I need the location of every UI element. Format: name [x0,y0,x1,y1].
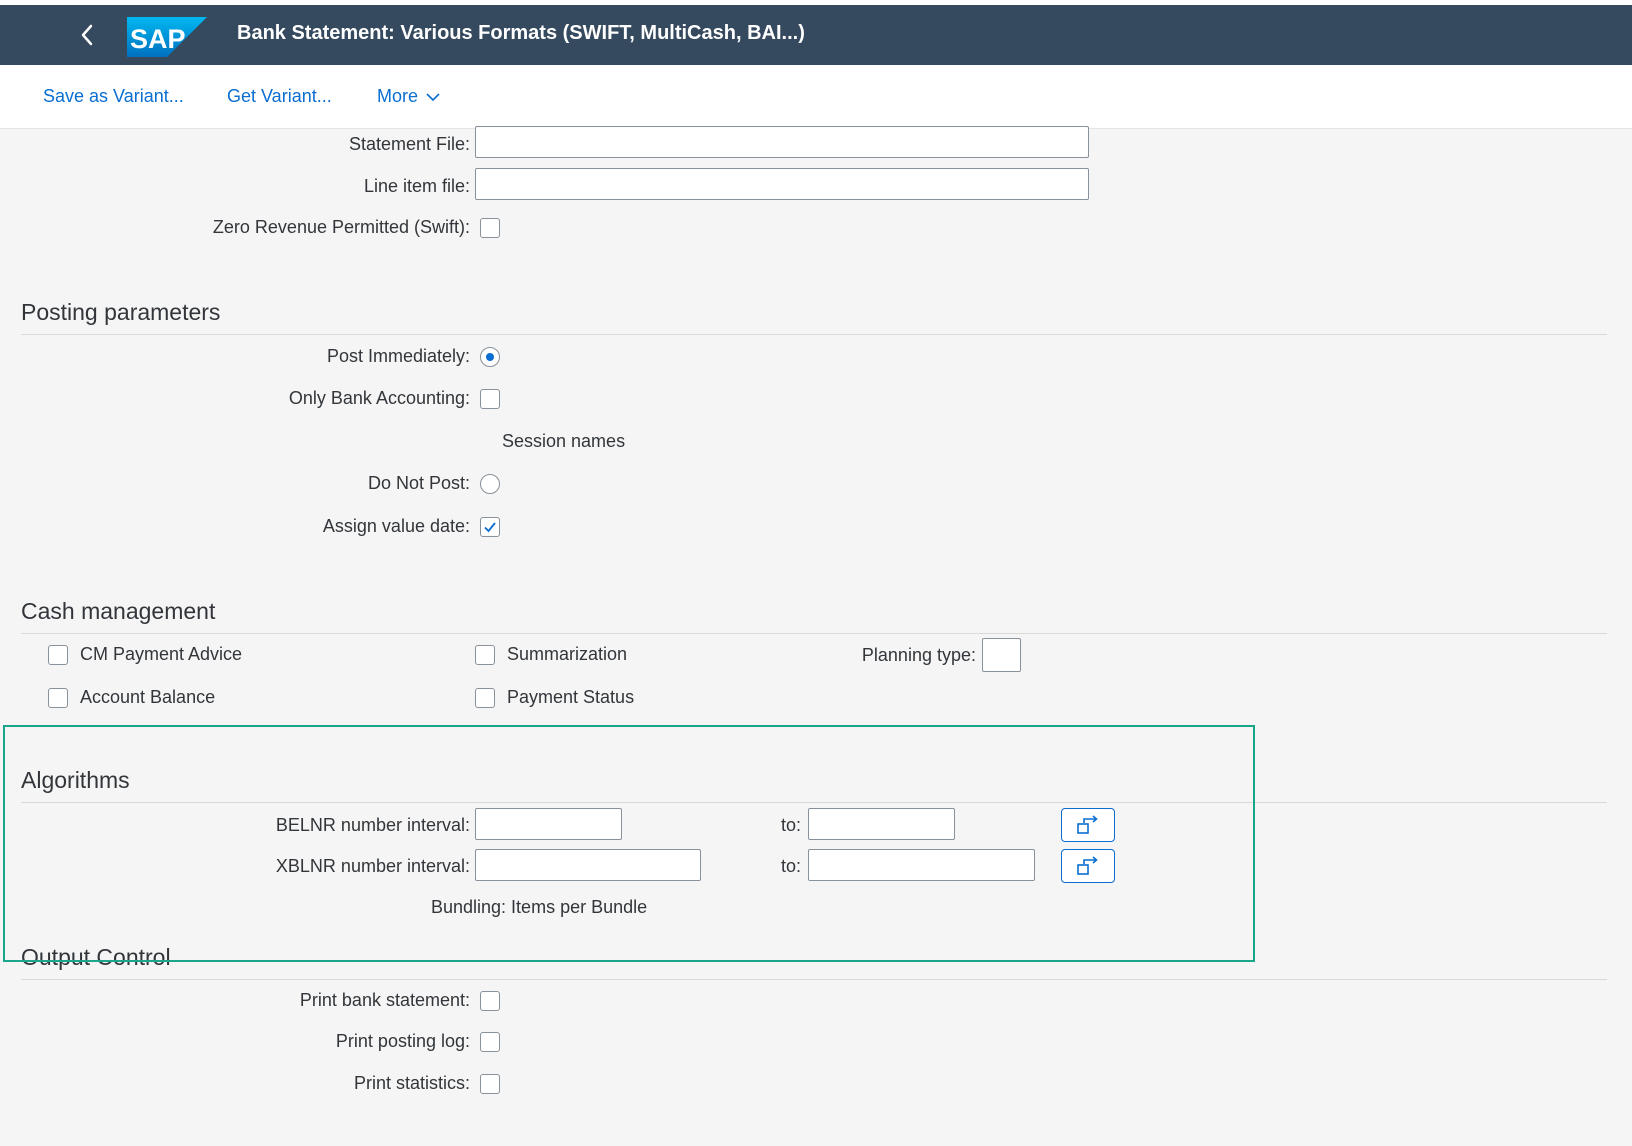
back-button[interactable] [70,17,106,53]
payment-status-label: Payment Status [507,687,635,707]
do-not-post-label: Do Not Post: [367,473,470,493]
sap-logo-text: SAP [130,24,186,54]
app-title: Bank Statement: Various Formats (SWIFT, … [237,22,805,44]
zero-revenue-label: Zero Revenue Permitted (Swift): [212,217,470,237]
summarization-label: Summarization [507,644,628,664]
save-as-variant-button[interactable]: Save as Variant... [43,86,184,107]
assign-value-date-checkbox[interactable] [480,517,500,537]
algorithms-title: Algorithms [21,767,130,793]
section-divider [21,979,1607,980]
print-statistics-label: Print statistics: [353,1073,470,1093]
get-variant-button[interactable]: Get Variant... [227,86,332,107]
statement-file-label: Statement File: [348,134,470,154]
belnr-multiple-selection-button[interactable] [1061,808,1115,842]
section-divider [21,334,1607,335]
print-bank-statement-label: Print bank statement: [299,990,470,1010]
planning-type-label: Planning type: [861,645,976,665]
only-bank-accounting-label: Only Bank Accounting: [288,388,470,408]
posting-parameters-title: Posting parameters [21,299,221,325]
multiple-selection-icon [1077,815,1098,834]
section-divider [21,633,1607,634]
account-balance-checkbox[interactable] [48,688,68,708]
sap-logo[interactable]: SAP [127,17,207,57]
xblnr-to-input[interactable] [808,849,1035,881]
output-control-title: Output Control [21,944,171,970]
more-label: More [377,86,419,106]
statement-file-input[interactable] [475,126,1089,158]
planning-type-input[interactable] [982,638,1021,672]
belnr-to-label: to: [781,815,802,835]
post-immediately-radio[interactable] [480,347,500,367]
belnr-from-input[interactable] [475,808,622,840]
payment-status-checkbox[interactable] [475,688,495,708]
account-balance-label: Account Balance [80,687,216,707]
cm-payment-advice-checkbox[interactable] [48,645,68,665]
print-posting-log-checkbox[interactable] [480,1032,500,1052]
line-item-file-label: Line item file: [363,176,470,196]
multiple-selection-icon [1077,856,1098,875]
checkmark-icon [484,522,496,533]
cm-payment-advice-label: CM Payment Advice [80,644,243,664]
line-item-file-input[interactable] [475,168,1089,200]
only-bank-accounting-checkbox[interactable] [480,389,500,409]
xblnr-to-label: to: [781,856,802,876]
shell-bar: SAP Bank Statement: Various Formats (SWI… [0,5,1632,65]
more-button[interactable]: More [377,86,441,107]
print-posting-log-label: Print posting log: [335,1031,470,1051]
post-immediately-label: Post Immediately: [326,346,470,366]
zero-revenue-checkbox[interactable] [480,218,500,238]
print-statistics-checkbox[interactable] [480,1074,500,1094]
bundling-items-label: Bundling: Items per Bundle [431,897,648,917]
session-names-label: Session names [502,431,626,451]
chevron-down-icon [426,93,440,102]
toolbar: Save as Variant... Get Variant... More [0,65,1632,129]
chevron-left-icon [81,24,93,46]
xblnr-multiple-selection-button[interactable] [1061,849,1115,883]
print-bank-statement-checkbox[interactable] [480,991,500,1011]
summarization-checkbox[interactable] [475,645,495,665]
belnr-interval-label: BELNR number interval: [275,815,470,835]
section-divider [21,802,1607,803]
selection-screen: Statement File: Line item file: Zero Rev… [0,126,1632,1146]
xblnr-from-input[interactable] [475,849,701,881]
algorithms-highlight-frame [3,725,1255,962]
assign-value-date-label: Assign value date: [322,516,470,536]
xblnr-interval-label: XBLNR number interval: [275,856,470,876]
do-not-post-radio[interactable] [480,474,500,494]
belnr-to-input[interactable] [808,808,955,840]
cash-management-title: Cash management [21,598,216,624]
radio-selected-dot [486,353,494,361]
